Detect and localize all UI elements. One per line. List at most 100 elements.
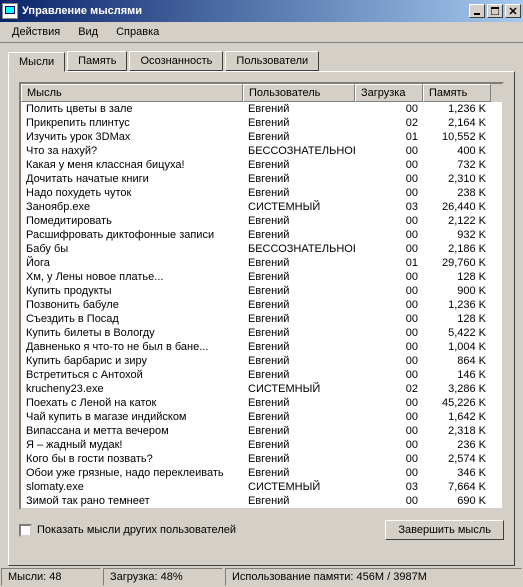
table-row[interactable]: Надо похудеть чутокЕвгений00238 K (21, 186, 502, 200)
maximize-button[interactable] (487, 4, 503, 18)
cell-memory: 2,318 K (423, 424, 491, 438)
cell-load: 00 (355, 410, 423, 424)
table-row[interactable]: Чай купить в магазе индийскомЕвгений001,… (21, 410, 502, 424)
cell-thought: Купить барбарис и зиру (21, 354, 243, 368)
table-row[interactable]: Хм, у Лены новое платье...Евгений00128 K (21, 270, 502, 284)
cell-load: 00 (355, 396, 423, 410)
table-row[interactable]: Расшифровать диктофонные записиЕвгений00… (21, 228, 502, 242)
column-memory[interactable]: Память (423, 84, 491, 102)
cell-load: 00 (355, 312, 423, 326)
table-row[interactable]: ПомедитироватьЕвгений002,122 K (21, 214, 502, 228)
cell-load: 00 (355, 340, 423, 354)
table-row[interactable]: Випассана и метта вечеромЕвгений002,318 … (21, 424, 502, 438)
table-row[interactable]: Как быстро ногти выросли, недавно же..Ев… (21, 508, 502, 510)
cell-thought: Какая у меня классная бицуха! (21, 158, 243, 172)
cell-thought: Расшифровать диктофонные записи (21, 228, 243, 242)
cell-memory: 236 K (423, 438, 491, 452)
status-memory: Использование памяти: 456M / 3987M (225, 568, 522, 586)
cell-user: Евгений (243, 368, 355, 382)
cell-user: Евгений (243, 312, 355, 326)
cell-thought: Йога (21, 256, 243, 270)
cell-memory: 128 K (423, 270, 491, 284)
cell-load: 00 (355, 102, 423, 116)
table-row[interactable]: Купить продуктыЕвгений00900 K (21, 284, 502, 298)
column-user[interactable]: Пользователь (243, 84, 355, 102)
cell-load: 02 (355, 116, 423, 130)
cell-load: 00 (355, 298, 423, 312)
cell-memory: 2,122 K (423, 214, 491, 228)
menu-help[interactable]: Справка (108, 24, 167, 40)
table-row[interactable]: Съездить в ПосадЕвгений00128 K (21, 312, 502, 326)
cell-user: Евгений (243, 130, 355, 144)
cell-load: 00 (355, 284, 423, 298)
cell-load: 00 (355, 438, 423, 452)
cell-thought: Надо похудеть чуток (21, 186, 243, 200)
column-load[interactable]: Загрузка (355, 84, 423, 102)
table-row[interactable]: Какая у меня классная бицуха!Евгений0073… (21, 158, 502, 172)
cell-thought: Обои уже грязные, надо переклеивать (21, 466, 243, 480)
table-row[interactable]: Заноябр.exeСИСТЕМНЫЙ0326,440 K (21, 200, 502, 214)
column-thought[interactable]: Мысль (21, 84, 243, 102)
cell-load: 01 (355, 130, 423, 144)
cell-memory: 1,004 K (423, 340, 491, 354)
table-row[interactable]: Полить цветы в залеЕвгений001,236 K (21, 102, 502, 116)
table-row[interactable]: Купить барбарис и зируЕвгений00864 K (21, 354, 502, 368)
table-row[interactable]: Бабу быБЕССОЗНАТЕЛЬНОЕ002,186 K (21, 242, 502, 256)
tab-memory[interactable]: Память (67, 51, 127, 71)
menu-actions[interactable]: Действия (4, 24, 68, 40)
cell-load: 00 (355, 242, 423, 256)
cell-thought: Дочитать начатые книги (21, 172, 243, 186)
table-row[interactable]: Кого бы в гости позвать?Евгений002,574 K (21, 452, 502, 466)
cell-load: 03 (355, 480, 423, 494)
table-row[interactable]: slomaty.exeСИСТЕМНЫЙ037,664 K (21, 480, 502, 494)
end-thought-button[interactable]: Завершить мысль (385, 520, 504, 540)
close-button[interactable] (505, 4, 521, 18)
cell-memory: 1,642 K (423, 410, 491, 424)
cell-thought: slomaty.exe (21, 480, 243, 494)
table-row[interactable]: Изучить урок 3DMaxЕвгений0110,552 K (21, 130, 502, 144)
cell-user: Евгений (243, 326, 355, 340)
tab-awareness[interactable]: Осознанность (129, 51, 223, 71)
cell-memory: 7,664 K (423, 480, 491, 494)
table-row[interactable]: Что за нахуй?БЕССОЗНАТЕЛЬНОЕ00400 K (21, 144, 502, 158)
cell-user: Евгений (243, 424, 355, 438)
table-row[interactable]: Обои уже грязные, надо переклеиватьЕвген… (21, 466, 502, 480)
table-row[interactable]: Купить билеты в ВологдуЕвгений005,422 K (21, 326, 502, 340)
cell-thought: Прикрепить плинтус (21, 116, 243, 130)
tab-panel: Мысль Пользователь Загрузка Память Полит… (8, 71, 515, 566)
cell-thought: Хм, у Лены новое платье... (21, 270, 243, 284)
cell-load: 00 (355, 368, 423, 382)
cell-thought: Полить цветы в зале (21, 102, 243, 116)
app-icon (2, 3, 18, 19)
cell-user: Евгений (243, 340, 355, 354)
table-row[interactable]: Встретиться с АнтохойЕвгений00146 K (21, 368, 502, 382)
table-row[interactable]: ЙогаЕвгений0129,760 K (21, 256, 502, 270)
cell-thought: Кого бы в гости позвать? (21, 452, 243, 466)
cell-memory: 900 K (423, 284, 491, 298)
cell-load: 03 (355, 200, 423, 214)
checkbox-box[interactable] (19, 524, 32, 537)
tab-users[interactable]: Пользователи (225, 51, 319, 71)
cell-load: 00 (355, 172, 423, 186)
cell-memory: 932 K (423, 228, 491, 242)
cell-thought: Съездить в Посад (21, 312, 243, 326)
cell-thought: krucheny23.exe (21, 382, 243, 396)
cell-user: Евгений (243, 186, 355, 200)
minimize-button[interactable] (469, 4, 485, 18)
table-row[interactable]: Дочитать начатые книгиЕвгений002,310 K (21, 172, 502, 186)
menu-view[interactable]: Вид (70, 24, 106, 40)
table-row[interactable]: Прикрепить плинтусЕвгений022,164 K (21, 116, 502, 130)
show-others-checkbox[interactable]: Показать мысли других пользователей (19, 524, 385, 537)
cell-memory: 1,236 K (423, 298, 491, 312)
table-row[interactable]: krucheny23.exeСИСТЕМНЫЙ023,286 K (21, 382, 502, 396)
table-row[interactable]: Поехать с Леной на катокЕвгений0045,226 … (21, 396, 502, 410)
table-row[interactable]: Позвонить бабулеЕвгений001,236 K (21, 298, 502, 312)
listview-body[interactable]: Полить цветы в залеЕвгений001,236 KПрикр… (21, 102, 502, 510)
table-row[interactable]: Я – жадный мудак!Евгений00236 K (21, 438, 502, 452)
table-row[interactable]: Зимой так рано темнеетЕвгений00690 K (21, 494, 502, 508)
tab-strip: Мысли Память Осознанность Пользователи (8, 51, 515, 71)
tab-thoughts[interactable]: Мысли (8, 52, 65, 72)
cell-memory: 26,440 K (423, 200, 491, 214)
cell-user: Евгений (243, 508, 355, 510)
table-row[interactable]: Давненько я что-то не был в бане...Евген… (21, 340, 502, 354)
